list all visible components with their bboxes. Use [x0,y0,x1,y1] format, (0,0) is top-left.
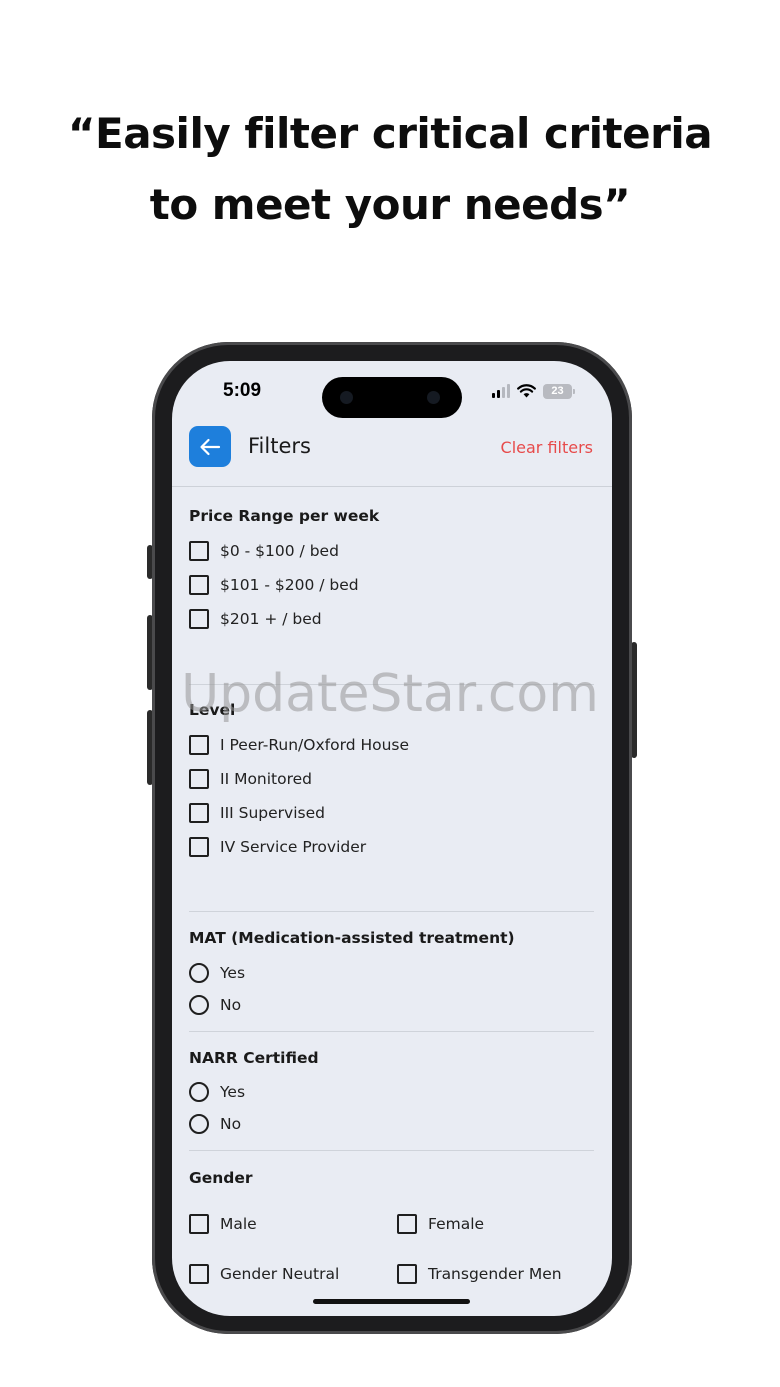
gender-checkbox[interactable] [189,1214,209,1234]
gender-option-label: Transgender Men [428,1265,562,1283]
section-divider [189,1031,594,1032]
back-button[interactable] [189,426,231,467]
page-title: Filters [248,434,311,458]
mat-radio[interactable] [189,963,209,983]
level-option[interactable]: III Supervised [189,802,325,824]
level-option[interactable]: I Peer-Run/Oxford House [189,734,409,756]
mat-radio[interactable] [189,995,209,1015]
gender-option[interactable]: Male [189,1213,257,1235]
narr-option[interactable]: Yes [189,1081,245,1103]
marketing-headline: “Easily filter critical criteria to meet… [0,98,780,240]
price-checkbox[interactable] [189,609,209,629]
headline-line-1: “Easily filter critical criteria [67,109,713,158]
level-section-title: Level [189,701,236,719]
narr-option[interactable]: No [189,1113,241,1135]
level-checkbox[interactable] [189,837,209,857]
gender-checkbox[interactable] [189,1264,209,1284]
level-option-label: II Monitored [220,770,313,788]
gender-option-label: Female [428,1215,485,1233]
narr-radio[interactable] [189,1114,209,1134]
price-option-label: $201 + / bed [220,610,322,628]
price-option-label: $101 - $200 / bed [220,576,359,594]
gender-option-label: Male [220,1215,257,1233]
section-divider [189,911,594,912]
gender-option[interactable]: Female [397,1213,484,1235]
mat-option-label: Yes [220,964,246,982]
battery-icon: 23 [543,383,575,399]
level-checkbox[interactable] [189,735,209,755]
price-option[interactable]: $101 - $200 / bed [189,574,359,596]
home-indicator[interactable] [313,1299,470,1304]
level-option-label: III Supervised [220,804,325,822]
gender-checkbox[interactable] [397,1264,417,1284]
mat-option[interactable]: Yes [189,962,245,984]
gender-option[interactable]: Transgender Men [397,1263,562,1285]
gender-section-title: Gender [189,1169,253,1187]
mat-option-label: No [220,996,242,1014]
narr-option-label: Yes [220,1083,246,1101]
level-option[interactable]: II Monitored [189,768,312,790]
narr-section-title: NARR Certified [189,1049,319,1067]
price-option[interactable]: $0 - $100 / bed [189,540,339,562]
clear-filters-link[interactable]: Clear filters [501,438,593,457]
arrow-left-icon [200,438,221,455]
section-divider [189,684,594,685]
section-divider [189,1150,594,1151]
level-checkbox[interactable] [189,803,209,823]
header-divider [172,486,612,487]
price-section-title: Price Range per week [189,507,380,525]
level-option[interactable]: IV Service Provider [189,836,366,858]
gender-checkbox[interactable] [397,1214,417,1234]
level-checkbox[interactable] [189,769,209,789]
level-option-label: I Peer-Run/Oxford House [220,736,410,754]
price-checkbox[interactable] [189,575,209,595]
wifi-icon [517,384,536,398]
cellular-signal-icon [492,384,510,398]
price-option[interactable]: $201 + / bed [189,608,322,630]
gender-option-label: Gender Neutral [220,1265,340,1283]
sensor-icon [427,391,440,404]
gender-option[interactable]: Gender Neutral [189,1263,339,1285]
status-icons: 23 [492,381,575,401]
headline-line-2: to meet your needs” [149,180,631,229]
narr-radio[interactable] [189,1082,209,1102]
price-checkbox[interactable] [189,541,209,561]
mat-option[interactable]: No [189,994,241,1016]
dynamic-island [322,377,462,418]
phone-screen: 5:09 23 Filters Clear filters Price Rang… [172,361,612,1316]
status-time: 5:09 [223,380,262,401]
price-option-label: $0 - $100 / bed [220,542,339,560]
front-camera-icon [340,391,353,404]
mat-section-title: MAT (Medication-assisted treatment) [189,929,515,947]
level-option-label: IV Service Provider [220,838,367,856]
narr-option-label: No [220,1115,242,1133]
